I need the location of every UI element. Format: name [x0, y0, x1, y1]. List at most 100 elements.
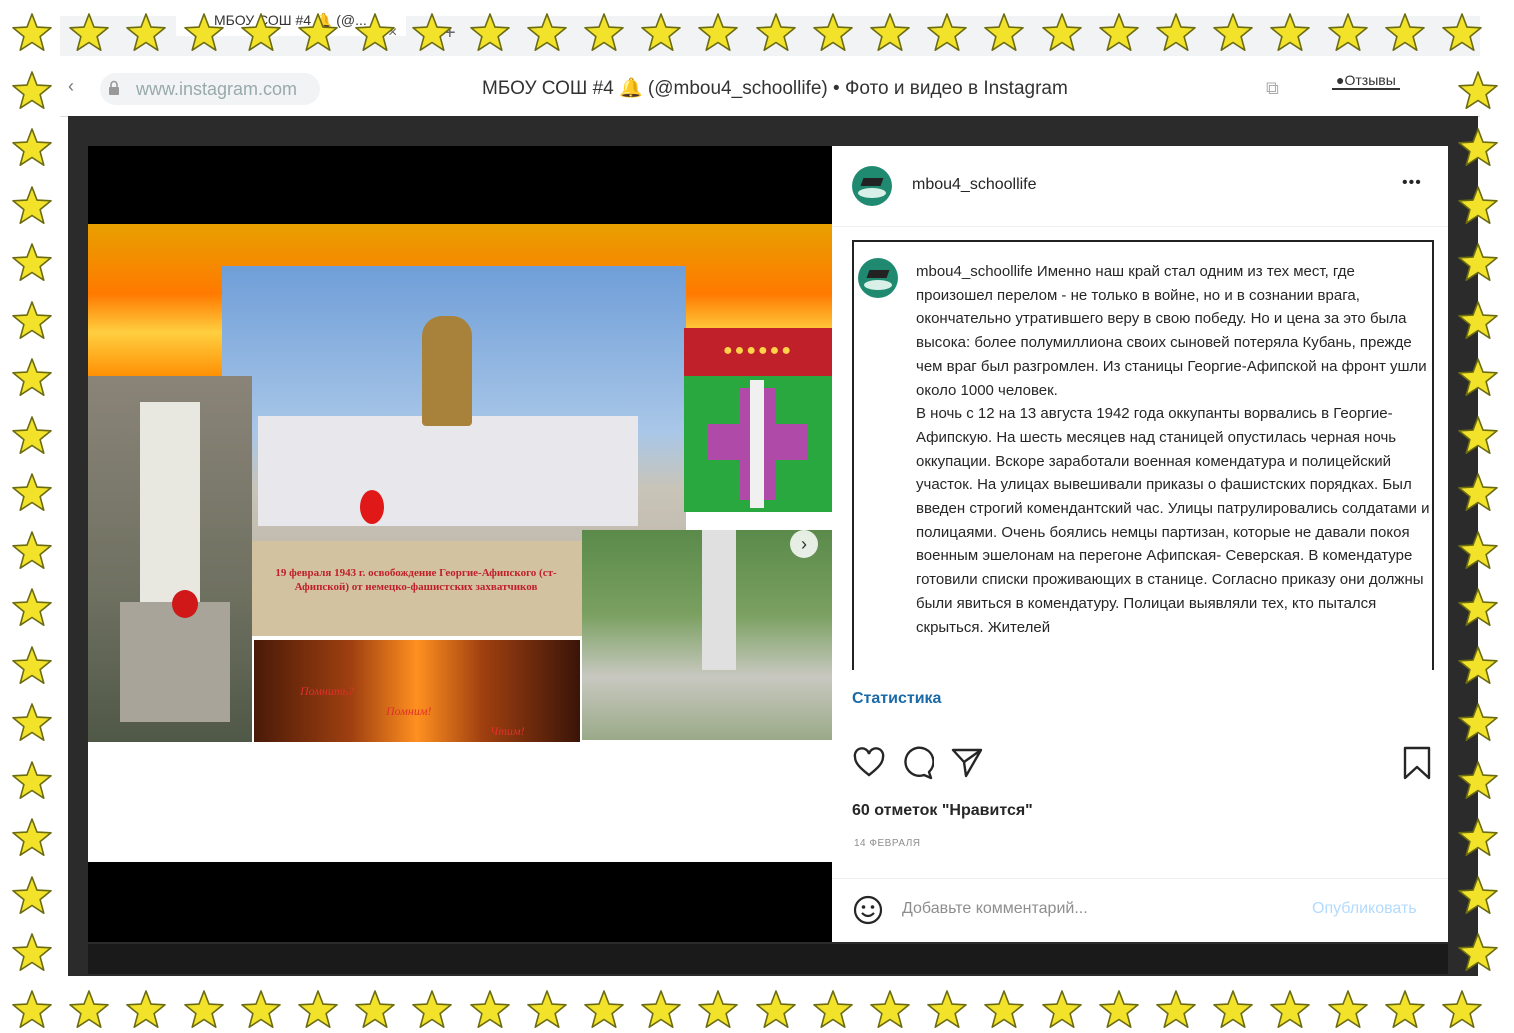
- star-icon: [582, 12, 626, 56]
- caption-scroll-area[interactable]: mbou4_schoollife Именно наш край стал од…: [852, 240, 1434, 670]
- star-icon: [1326, 12, 1370, 56]
- overlay-bottom-strip: [88, 944, 1448, 974]
- star-icon: [10, 702, 54, 746]
- star-icon: [868, 12, 912, 56]
- star-icon: [10, 242, 54, 286]
- candle-text: Помнить?: [300, 684, 354, 698]
- star-icon: [1456, 817, 1500, 861]
- candle-text: Помним!: [386, 704, 432, 718]
- star-icon: [1097, 12, 1141, 56]
- star-icon: [10, 185, 54, 229]
- star-icon: [811, 12, 855, 56]
- star-icon: [468, 12, 512, 56]
- likes-count[interactable]: 60 отметок "Нравится": [852, 802, 1033, 820]
- url-field[interactable]: www.instagram.com: [100, 73, 320, 105]
- statistics-link[interactable]: Статистика: [852, 690, 941, 708]
- star-icon: [1440, 989, 1484, 1033]
- page-title: МБОУ СОШ #4 🔔 (@mbou4_schoollife) • Фото…: [482, 78, 1068, 99]
- star-icon: [982, 12, 1026, 56]
- star-icon: [10, 70, 54, 114]
- avatar[interactable]: [852, 166, 892, 206]
- star-icon: [525, 12, 569, 56]
- emoji-icon[interactable]: [852, 894, 884, 926]
- stele-base: [120, 602, 230, 722]
- star-icon: [982, 989, 1026, 1033]
- star-icon: [1326, 989, 1370, 1033]
- star-icon: [10, 127, 54, 171]
- star-icon: [296, 12, 340, 56]
- star-icon: [10, 817, 54, 861]
- star-icon: [925, 12, 969, 56]
- flag-photo: ●●●●●●: [684, 328, 832, 512]
- star-icon: [1383, 12, 1427, 56]
- star-icon: [1456, 300, 1500, 344]
- more-options-button[interactable]: •••: [1402, 174, 1422, 192]
- star-icon: [1097, 989, 1141, 1033]
- star-icon: [1268, 12, 1312, 56]
- star-icon: [525, 989, 569, 1033]
- star-icon: [410, 989, 454, 1033]
- avatar-shape: [858, 188, 886, 198]
- star-icon: [1456, 760, 1500, 804]
- star-icon: [468, 989, 512, 1033]
- star-icon: [10, 989, 54, 1033]
- star-icon: [1456, 357, 1500, 401]
- star-icon: [696, 989, 740, 1033]
- graduation-cap-icon: [860, 178, 884, 186]
- next-slide-button[interactable]: ›: [790, 530, 818, 558]
- star-icon: [124, 989, 168, 1033]
- star-icon: [1040, 12, 1084, 56]
- star-icon: [1440, 12, 1484, 56]
- star-icon: [10, 875, 54, 919]
- star-icon: [1456, 932, 1500, 976]
- back-arrow-icon[interactable]: ‹: [68, 76, 74, 97]
- star-icon: [1383, 989, 1427, 1033]
- star-icon: [1154, 12, 1198, 56]
- feedback-button[interactable]: ●Отзывы: [1332, 72, 1400, 90]
- tabs-icon[interactable]: ⧉: [1266, 78, 1279, 99]
- obelisk: [702, 530, 736, 670]
- comment-icon[interactable]: [900, 746, 935, 780]
- memorial-wall: [258, 416, 638, 526]
- star-icon: [1211, 989, 1255, 1033]
- star-icon: [1456, 127, 1500, 171]
- star-icon: [10, 587, 54, 631]
- comment-input[interactable]: Добавьте комментарий...: [902, 900, 1088, 918]
- avatar[interactable]: [858, 258, 898, 298]
- star-icon: [754, 12, 798, 56]
- carnation-flower: [360, 490, 384, 524]
- star-icon: [10, 12, 54, 56]
- star-icon: [1456, 472, 1500, 516]
- star-icon: [1456, 415, 1500, 459]
- star-icon: [1456, 242, 1500, 286]
- star-icon: [10, 300, 54, 344]
- star-icon: [1456, 702, 1500, 746]
- bookmark-icon[interactable]: [1400, 746, 1434, 780]
- post-username[interactable]: mbou4_schoollife: [912, 176, 1037, 194]
- star-icon: [811, 989, 855, 1033]
- star-icon: [353, 989, 397, 1033]
- tab-title: МБОУ СОШ #4 🔔 (@...: [214, 12, 367, 28]
- star-icon: [1456, 70, 1500, 114]
- publish-button[interactable]: Опубликовать: [1312, 900, 1417, 918]
- star-icon: [67, 12, 111, 56]
- divider: [832, 878, 1448, 879]
- star-icon: [1456, 875, 1500, 919]
- flag-river-stripe: [750, 380, 764, 508]
- caption-username[interactable]: mbou4_schoollife: [916, 263, 1033, 280]
- star-icon: [353, 12, 397, 56]
- share-icon[interactable]: [950, 746, 984, 780]
- star-icon: [582, 989, 626, 1033]
- heart-icon[interactable]: [852, 746, 886, 780]
- star-icon: [1040, 989, 1084, 1033]
- star-icon: [239, 12, 283, 56]
- flag-dots: ●●●●●●: [723, 342, 793, 359]
- star-icon: [67, 989, 111, 1033]
- star-icon: [410, 12, 454, 56]
- star-icon: [754, 989, 798, 1033]
- graduation-cap-icon: [866, 270, 890, 278]
- stele-stone: [140, 402, 200, 612]
- star-icon: [182, 989, 226, 1033]
- star-icon: [182, 12, 226, 56]
- star-icon: [10, 645, 54, 689]
